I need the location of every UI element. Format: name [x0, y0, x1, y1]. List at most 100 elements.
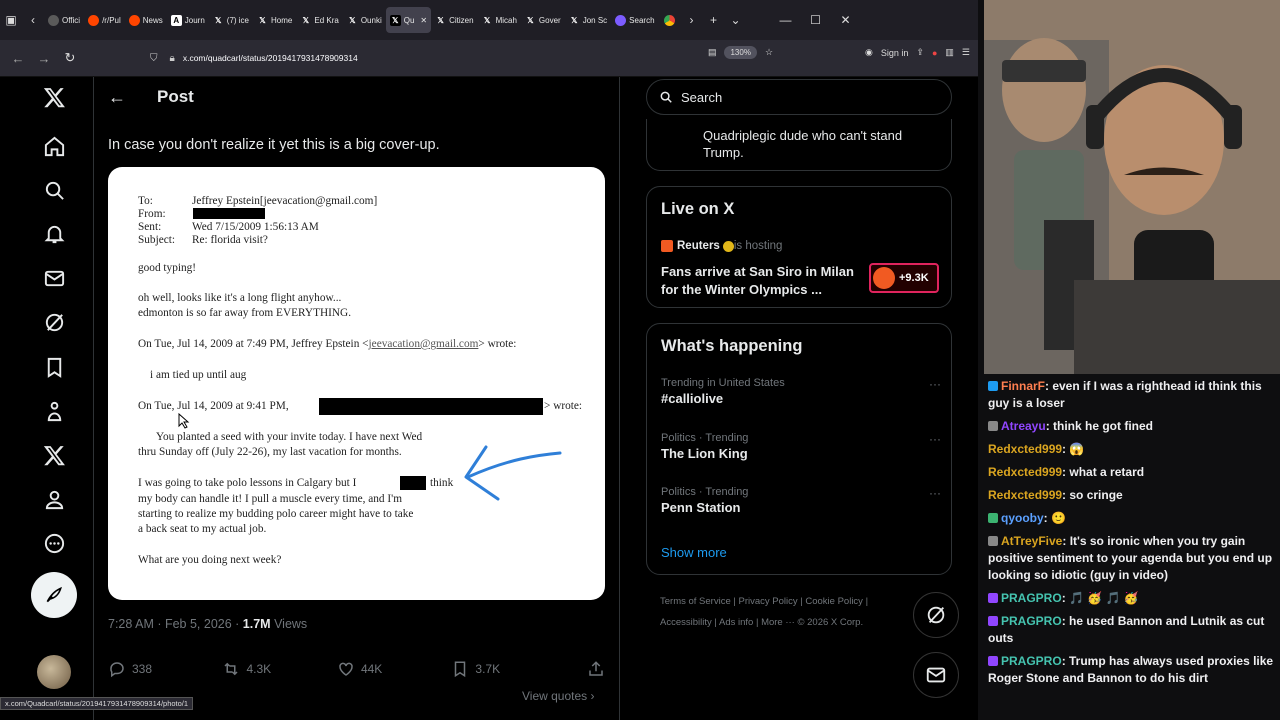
repost-button[interactable]: 4.3K: [222, 660, 336, 678]
annotation-arrow-icon: [464, 445, 562, 501]
messages-envelope-icon[interactable]: [38, 262, 70, 294]
messages-fab-button[interactable]: [913, 652, 959, 698]
grok-icon[interactable]: [38, 306, 70, 338]
account-icon[interactable]: ◉: [865, 47, 873, 58]
chat-username[interactable]: AtTreyFive: [1001, 534, 1062, 548]
tab-1[interactable]: Offici: [44, 7, 84, 33]
explore-search-icon[interactable]: [38, 174, 70, 206]
tab-close-icon[interactable]: ✕: [420, 16, 427, 25]
tab-scroll-left-icon[interactable]: ‹: [22, 7, 44, 33]
jobs-icon[interactable]: [38, 395, 70, 427]
home-icon[interactable]: [38, 130, 70, 162]
reddit-icon: [88, 14, 100, 26]
tab-list-icon[interactable]: ⌄: [725, 7, 747, 33]
like-button[interactable]: 44K: [337, 660, 451, 678]
forward-icon[interactable]: →: [32, 46, 56, 70]
account-avatar[interactable]: [37, 655, 71, 689]
reload-icon[interactable]: ↻: [58, 46, 82, 70]
tab-4[interactable]: A Journ: [167, 7, 209, 33]
redaction-bar: [400, 476, 426, 490]
compose-post-button[interactable]: [31, 572, 77, 618]
more-dots-icon[interactable]: ···: [929, 377, 941, 391]
profile-icon[interactable]: [38, 483, 70, 515]
extensions-icon[interactable]: ⇪: [916, 47, 924, 58]
subscriber-badge-icon: [988, 656, 998, 666]
bookmark-star-icon[interactable]: ☆: [765, 47, 773, 58]
tab-active[interactable]: 𝕏 Qu ✕: [385, 7, 432, 33]
chat-username[interactable]: FinnarF: [1001, 379, 1045, 393]
search-input[interactable]: Search: [646, 79, 952, 115]
address-bar[interactable]: ⛉ 🔒︎ x.com/quadcarl/status/2019417931478…: [150, 45, 770, 71]
tab-scroll-right-icon[interactable]: ›: [681, 7, 703, 33]
extension-badge-icon[interactable]: ●: [932, 48, 937, 58]
tab-7[interactable]: 𝕏 Ed Kra: [296, 7, 342, 33]
footer-link[interactable]: Cookie Policy: [805, 596, 863, 607]
live-listeners-badge[interactable]: +9.3K: [869, 263, 939, 293]
footer-link[interactable]: Privacy Policy: [739, 596, 798, 607]
premium-x-icon[interactable]: [38, 439, 70, 471]
chat-username[interactable]: Redxcted999: [988, 442, 1062, 456]
bookmark-button[interactable]: 3.7K: [451, 660, 565, 678]
tab-3[interactable]: News: [125, 7, 167, 33]
sign-in-button[interactable]: Sign in: [881, 48, 909, 58]
notifications-bell-icon[interactable]: [38, 218, 70, 250]
more-dots-icon[interactable]: ···: [929, 486, 941, 500]
trend-item[interactable]: Politics · Trending Penn Station ···: [661, 486, 941, 515]
chat-username[interactable]: PRAGPRO: [1001, 591, 1062, 605]
chat-username[interactable]: Redxcted999: [988, 465, 1062, 479]
tab-10[interactable]: 𝕏 Citizen: [431, 7, 477, 33]
grok-fab-button[interactable]: [913, 592, 959, 638]
live-headline[interactable]: Fans arrive at San Siro in Milan for the…: [661, 263, 854, 299]
chat-username[interactable]: qyooby: [1001, 511, 1044, 525]
back-icon[interactable]: ←: [6, 46, 30, 70]
close-window-icon[interactable]: ✕: [835, 7, 857, 33]
reader-view-icon[interactable]: ▤: [708, 47, 717, 58]
tab-11[interactable]: 𝕏 Micah: [478, 7, 521, 33]
show-more-link[interactable]: Show more: [661, 545, 727, 560]
trend-name: Penn Station: [661, 500, 741, 515]
chat-username[interactable]: PRAGPRO: [1001, 654, 1062, 668]
live-host-row[interactable]: Reuters is hosting: [661, 240, 782, 252]
tab-8[interactable]: 𝕏 Ounki: [343, 7, 386, 33]
chat-message: Atreayu: think he got fined: [988, 418, 1276, 435]
chat-username[interactable]: Redxcted999: [988, 488, 1062, 502]
more-dots-icon[interactable]: ···: [929, 432, 941, 446]
tab-14[interactable]: Search: [611, 7, 658, 33]
like-count: 44K: [360, 662, 383, 676]
tab-13[interactable]: 𝕏 Jon Sc: [565, 7, 611, 33]
shield-icon[interactable]: ⛉: [150, 53, 158, 64]
tab-6[interactable]: 𝕏 Home: [253, 7, 296, 33]
whats-happening-card: What's happening Trending in United Stat…: [646, 323, 952, 575]
post-timestamp[interactable]: 7:28 AM · Feb 5, 2026 · 1.7M Views: [108, 617, 307, 631]
view-quotes-link[interactable]: View quotes ›: [522, 689, 595, 703]
lock-icon[interactable]: 🔒︎: [170, 53, 175, 64]
footer-link[interactable]: Terms of Service: [660, 596, 731, 607]
tab-2[interactable]: /r/Pul: [84, 7, 125, 33]
menu-icon[interactable]: ☰: [962, 47, 970, 58]
chat-username[interactable]: Atreayu: [1001, 419, 1046, 433]
url-text[interactable]: x.com/quadcarl/status/201941793147890931…: [183, 53, 358, 63]
maximize-icon[interactable]: ☐: [805, 7, 827, 33]
footer-link[interactable]: More ···: [761, 617, 795, 628]
post-image[interactable]: To: Jeffrey Epstein[jeevacation@gmail.co…: [108, 167, 605, 600]
tab-5[interactable]: 𝕏 (7) ice: [209, 7, 253, 33]
more-options-icon[interactable]: [38, 527, 70, 559]
footer-link[interactable]: Accessibility: [660, 617, 712, 628]
tab-12[interactable]: 𝕏 Gover: [521, 7, 565, 33]
footer-link[interactable]: Ads info: [719, 617, 753, 628]
sidebar-toggle-icon[interactable]: ▥: [945, 47, 954, 58]
trend-item[interactable]: Politics · Trending The Lion King ···: [661, 432, 941, 461]
reply-button[interactable]: 338: [108, 660, 222, 678]
tab-overview-icon[interactable]: ▣: [0, 7, 22, 33]
bookmarks-icon[interactable]: [38, 351, 70, 383]
new-tab-icon[interactable]: +: [703, 7, 725, 33]
zoom-level[interactable]: 130%: [724, 46, 757, 59]
share-button[interactable]: [576, 660, 605, 678]
trend-item[interactable]: Trending in United States #calliolive ··…: [661, 377, 941, 406]
x-logo-icon[interactable]: [38, 81, 70, 113]
chat-text: : what a retard: [1062, 465, 1145, 479]
minimize-icon[interactable]: —: [775, 7, 797, 33]
back-arrow-icon[interactable]: ←: [108, 87, 126, 108]
chat-username[interactable]: PRAGPRO: [1001, 614, 1062, 628]
chrome-icon[interactable]: [659, 7, 681, 33]
